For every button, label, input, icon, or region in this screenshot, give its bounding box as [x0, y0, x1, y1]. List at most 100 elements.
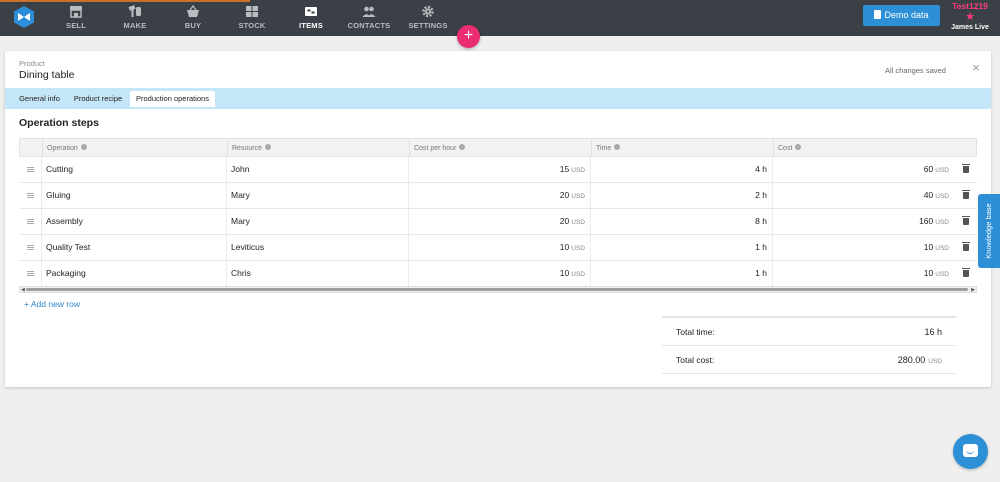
drag-handle-icon[interactable] [27, 271, 34, 276]
delete-row-icon[interactable] [962, 190, 970, 199]
horizontal-scrollbar[interactable]: ◀ ▶ [19, 286, 977, 293]
app-logo[interactable] [12, 5, 36, 29]
total-cost-label: Total cost: [676, 355, 715, 365]
knowledge-base-label: Knowledge base [984, 203, 993, 259]
close-icon[interactable]: × [970, 61, 982, 74]
drag-handle-icon[interactable] [27, 167, 34, 172]
hammer-wrench-icon [128, 5, 141, 17]
table-row: Packaging Chris 10 USD 1 h 10 USD [19, 261, 977, 287]
header-cost[interactable]: Cost [773, 139, 955, 156]
total-time-label: Total time: [676, 327, 715, 337]
tag-icon [305, 7, 317, 16]
resource-cell[interactable]: John [226, 157, 408, 182]
product-name[interactable]: Dining table [19, 69, 74, 81]
time-cell[interactable]: 1 h [590, 261, 772, 286]
gear-icon [422, 5, 434, 18]
document-icon [874, 10, 882, 19]
total-time-value: 16 h [924, 327, 942, 337]
info-icon[interactable] [795, 144, 802, 150]
scroll-left-icon[interactable]: ◀ [21, 288, 25, 293]
nav-items-label: ITEMS [299, 21, 323, 30]
demo-data-label: Demo data [884, 10, 929, 20]
info-icon[interactable] [459, 144, 466, 150]
user-name[interactable]: James Live [945, 24, 995, 31]
cost-cell: 160 USD [772, 209, 954, 234]
total-cost-row: Total cost: 280.00 USD [662, 346, 956, 374]
nav-make[interactable]: MAKE [105, 0, 165, 36]
account-name[interactable]: Test1219 [950, 1, 990, 11]
star-icon: ★ [965, 11, 975, 23]
nav-contacts[interactable]: CONTACTS [339, 0, 399, 36]
nav-contacts-label: CONTACTS [347, 21, 391, 30]
cost-per-hour-cell[interactable]: 20 USD [408, 183, 590, 208]
drag-handle-icon[interactable] [27, 245, 34, 250]
resource-cell[interactable]: Chris [226, 261, 408, 286]
table-row: Assembly Mary 20 USD 8 h 160 USD [19, 209, 977, 235]
scroll-right-icon[interactable]: ▶ [971, 288, 975, 293]
header-resource[interactable]: Resource [227, 139, 409, 156]
nav-make-label: MAKE [123, 21, 147, 30]
nav-items[interactable]: ITEMS [281, 0, 341, 36]
tab-production-operations[interactable]: Production operations [130, 91, 215, 107]
top-nav-bar: SELL MAKE BUY STOCK ITEMS CONTACTS SETTI… [0, 0, 1000, 36]
info-icon[interactable] [264, 144, 271, 150]
nav-sell[interactable]: SELL [46, 0, 106, 36]
table-row: Gluing Mary 20 USD 2 h 40 USD [19, 183, 977, 209]
delete-row-icon[interactable] [962, 216, 970, 225]
nav-stock-label: STOCK [238, 21, 266, 30]
shop-icon [70, 6, 82, 18]
basket-icon [187, 5, 199, 17]
chat-button[interactable] [953, 434, 988, 469]
tab-general-info[interactable]: General info [14, 91, 65, 107]
add-new-row-link[interactable]: + Add new row [24, 299, 80, 309]
nav-stock[interactable]: STOCK [222, 0, 282, 36]
header-operation[interactable]: Operation [42, 139, 227, 156]
time-cell[interactable]: 4 h [590, 157, 772, 182]
cost-cell: 60 USD [772, 157, 954, 182]
nav-sell-label: SELL [66, 21, 86, 30]
operation-cell[interactable]: Cutting [41, 157, 226, 182]
delete-row-icon[interactable] [962, 268, 970, 277]
cost-per-hour-cell[interactable]: 20 USD [408, 209, 590, 234]
total-time-row: Total time: 16 h [662, 318, 956, 346]
time-cell[interactable]: 8 h [590, 209, 772, 234]
save-status: All changes saved [885, 66, 946, 75]
delete-row-icon[interactable] [962, 164, 970, 173]
nav-settings[interactable]: SETTINGS [398, 0, 458, 36]
drag-handle-icon[interactable] [27, 193, 34, 198]
scrollbar-thumb[interactable] [26, 288, 968, 291]
tab-product-recipe[interactable]: Product recipe [69, 91, 127, 107]
header-time[interactable]: Time [591, 139, 773, 156]
nav-settings-label: SETTINGS [408, 21, 448, 30]
drag-handle-icon[interactable] [27, 219, 34, 224]
info-icon[interactable] [80, 144, 87, 150]
operation-cell[interactable]: Assembly [41, 209, 226, 234]
operation-cell[interactable]: Gluing [41, 183, 226, 208]
resource-cell[interactable]: Mary [226, 183, 408, 208]
cost-cell: 40 USD [772, 183, 954, 208]
total-cost-value: 280.00 USD [897, 355, 942, 365]
chat-icon [963, 444, 978, 457]
cost-per-hour-cell[interactable]: 10 USD [408, 235, 590, 260]
header-cost-per-hour[interactable]: Cost per hour [409, 139, 591, 156]
people-icon [362, 6, 376, 17]
cost-per-hour-cell[interactable]: 15 USD [408, 157, 590, 182]
cost-per-hour-cell[interactable]: 10 USD [408, 261, 590, 286]
time-cell[interactable]: 2 h [590, 183, 772, 208]
section-title: Operation steps [19, 117, 99, 129]
demo-data-button[interactable]: Demo data [863, 5, 940, 26]
table-row: Quality Test Leviticus 10 USD 1 h 10 USD [19, 235, 977, 261]
add-new-button[interactable]: + [457, 25, 480, 48]
tab-strip: General info Product recipe Production o… [5, 88, 991, 109]
knowledge-base-tab[interactable]: Knowledge base [978, 194, 1000, 268]
cost-cell: 10 USD [772, 235, 954, 260]
info-icon[interactable] [614, 144, 621, 150]
operation-cell[interactable]: Quality Test [41, 235, 226, 260]
resource-cell[interactable]: Mary [226, 209, 408, 234]
delete-row-icon[interactable] [962, 242, 970, 251]
resource-cell[interactable]: Leviticus [226, 235, 408, 260]
table-row: Cutting John 15 USD 4 h 60 USD [19, 157, 977, 183]
nav-buy[interactable]: BUY [163, 0, 223, 36]
time-cell[interactable]: 1 h [590, 235, 772, 260]
operation-cell[interactable]: Packaging [41, 261, 226, 286]
